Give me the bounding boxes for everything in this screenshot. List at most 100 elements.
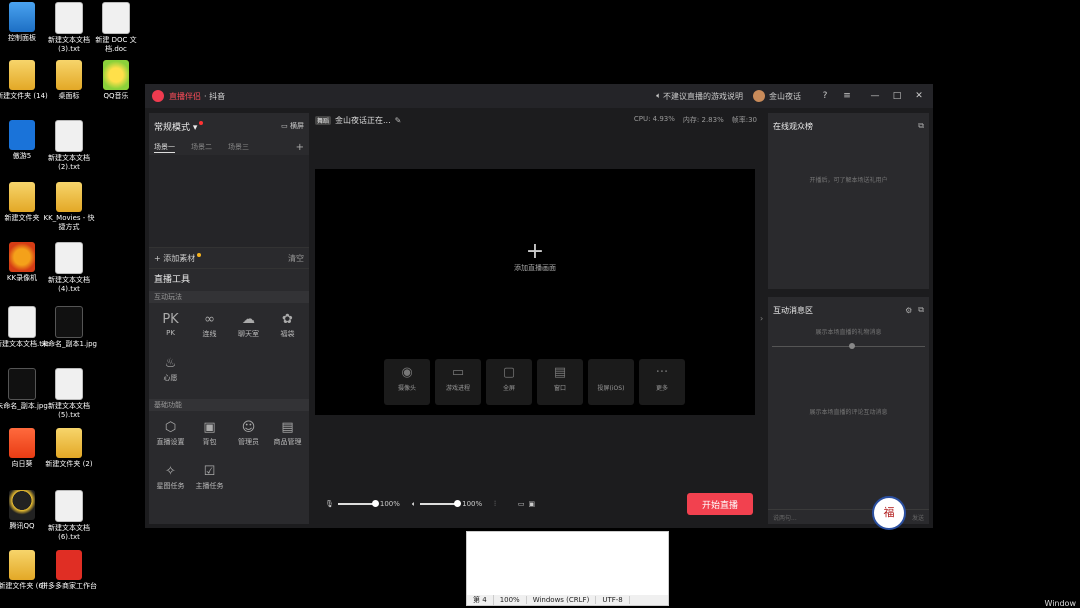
desktop-icon[interactable]: 新建文本文档 (4).txt <box>40 242 98 294</box>
close-button[interactable]: ✕ <box>913 91 925 101</box>
scene-source-list <box>149 155 309 247</box>
send-button[interactable]: 发送 <box>912 513 924 522</box>
interactive-tools: PK PK ∞ 连线 ☁ 聊天室 ✿ 福袋 ♨ 心愿 <box>149 303 309 399</box>
screen-orientation-button[interactable]: ▭ 横屏 <box>281 121 304 131</box>
tool-icon: PK <box>162 312 179 327</box>
tool-label: 商品管理 <box>273 438 302 446</box>
desktop-icon[interactable]: 拼多多商家工作台 <box>40 550 98 591</box>
tool-interactive-0[interactable]: PK PK <box>151 307 190 351</box>
tab-scene-3[interactable]: 场景三 <box>228 142 249 152</box>
platform-name: · 抖音 <box>204 91 226 101</box>
tool-icon: ∞ <box>204 312 215 327</box>
tool-basic-4[interactable]: ✧ 星图任务 <box>151 459 190 503</box>
desktop-icon[interactable]: KK_Movies - 快捷方式 <box>40 182 98 232</box>
username[interactable]: 金山夜话 <box>769 91 801 102</box>
tool-basic-2[interactable]: ☺ 管理员 <box>229 415 268 459</box>
source-button-4[interactable]: 投屏(iOS) <box>588 359 634 405</box>
folder-icon <box>56 428 82 458</box>
folder-icon <box>9 550 35 580</box>
microphone-icon[interactable]: 🎙︎ <box>325 500 334 508</box>
taskbar-label: Window <box>1044 599 1076 608</box>
user-avatar[interactable] <box>753 90 765 102</box>
tool-basic-1[interactable]: ▣ 背包 <box>190 415 229 459</box>
speaker-volume-slider[interactable] <box>420 500 462 507</box>
desktop-icon-label: 新建文本文档 (6).txt <box>48 524 90 541</box>
notepad-window[interactable]: 第 4 100% Windows (CRLF) UTF-8 <box>466 531 669 606</box>
tool-label: 背包 <box>202 438 217 446</box>
record-icon[interactable]: ▣ <box>529 500 536 508</box>
desktop-icon[interactable]: 未命名_副本1.jpg <box>40 306 98 349</box>
desktop-icon[interactable]: QQ音乐 <box>87 60 145 101</box>
live-tools-title: 直播工具 <box>149 268 309 291</box>
tool-interactive-4[interactable]: ♨ 心愿 <box>151 351 190 395</box>
tool-icon: ✧ <box>165 464 176 479</box>
collapse-handle-icon[interactable]: › <box>760 314 763 323</box>
minimize-button[interactable]: — <box>869 91 881 101</box>
audience-note: 开播后，可了解本场送礼用户 <box>809 177 888 184</box>
desktop-icon-label: 新建 DOC 文档.doc <box>95 36 137 53</box>
tool-basic-3[interactable]: ▤ 商品管理 <box>268 415 307 459</box>
mic-volume-slider[interactable] <box>337 500 379 507</box>
game-notice-link[interactable]: 不建议直播的游戏说明 <box>663 91 743 102</box>
mixer-icon[interactable]: ⫶ <box>494 500 496 509</box>
tool-interactive-1[interactable]: ∞ 连线 <box>190 307 229 351</box>
desktop-icon[interactable]: 新建 DOC 文档.doc <box>87 2 145 54</box>
chat-placeholder: 说两句... <box>773 514 797 522</box>
fps-stat: 帧率:30 <box>731 116 757 124</box>
doc-icon <box>55 2 83 34</box>
source-button-2[interactable]: ▢ 全屏 <box>486 359 532 405</box>
desktop-icon[interactable]: 新建文本文档 (2).txt <box>40 120 98 172</box>
clear-button[interactable]: 清空 <box>288 253 304 264</box>
source-button-5[interactable]: ··· 更多 <box>639 359 685 405</box>
mode-selector[interactable]: 常规模式 ▾ <box>154 120 197 133</box>
folder-icon <box>56 60 82 90</box>
source-button-1[interactable]: ▭ 游戏进程 <box>435 359 481 405</box>
title-bar[interactable]: 直播伴侣 · 抖音 🔈︎ 不建议直播的游戏说明 金山夜话 ? ≡ — □ ✕ <box>145 84 933 108</box>
desktop-icon[interactable]: 新建文本文档 (6).txt <box>40 490 98 542</box>
settings-icon[interactable]: ⚙ <box>905 306 912 315</box>
kk-icon <box>9 242 35 272</box>
add-source-button[interactable]: + 添加素材 <box>154 253 195 264</box>
basic-tools: ⬡ 直播设置 ▣ 背包 ☺ 管理员 ▤ 商品管理 ✧ 星图任务 ☑ 主播任务 <box>149 411 309 507</box>
line-indicator: 第 4 <box>467 595 494 605</box>
interactive-group-title: 互动玩法 <box>149 291 309 303</box>
tool-interactive-2[interactable]: ☁ 聊天室 <box>229 307 268 351</box>
tool-label: 福袋 <box>280 330 295 338</box>
tool-label: 聊天室 <box>238 330 259 338</box>
add-live-screen-button[interactable]: + 添加直播画面 <box>315 241 755 273</box>
add-scene-button[interactable]: + <box>296 142 304 153</box>
doc-icon <box>102 2 130 34</box>
gift-note: 展示本场直播的礼物消息 <box>815 329 882 336</box>
source-button-3[interactable]: ▤ 窗口 <box>537 359 583 405</box>
speaker-volume-value: 100% <box>462 500 483 508</box>
source-label: 投屏(iOS) <box>597 385 625 392</box>
doc-icon <box>55 242 83 274</box>
maximize-button[interactable]: □ <box>891 91 903 101</box>
tab-scene-1[interactable]: 场景一 <box>154 142 175 153</box>
desktop-icon[interactable]: 新建文本文档 (5).txt <box>40 368 98 420</box>
tab-scene-2[interactable]: 场景二 <box>191 142 212 152</box>
start-live-button[interactable]: 开始直播 <box>687 493 753 515</box>
help-icon[interactable]: ? <box>819 91 831 101</box>
add-live-label: 添加直播画面 <box>514 264 556 272</box>
desktop-icon[interactable]: 新建文件夹 (2) <box>40 428 98 469</box>
camera-switch-icon[interactable]: ▭ <box>518 500 525 508</box>
seal-badge-icon: 福 <box>872 496 906 530</box>
tool-interactive-3[interactable]: ✿ 福袋 <box>268 307 307 351</box>
source-button-0[interactable]: ◉ 摄像头 <box>384 359 430 405</box>
desktop-icon-label: 拼多多商家工作台 <box>41 582 97 590</box>
tool-basic-0[interactable]: ⬡ 直播设置 <box>151 415 190 459</box>
panel-splitter[interactable] <box>772 343 925 349</box>
popout-icon[interactable]: ⧉ <box>918 121 924 131</box>
source-label: 摄像头 <box>397 385 416 392</box>
live-preview[interactable]: + 添加直播画面 ◉ 摄像头 ▭ 游戏进程 ▢ 全屏 ▤ 窗口 投屏(iOS) ··· 更多 <box>315 169 755 415</box>
speaker-icon[interactable]: 🔈︎ <box>412 500 416 509</box>
tool-label: 星图任务 <box>156 482 185 490</box>
tool-label: 管理员 <box>238 438 259 446</box>
menu-icon[interactable]: ≡ <box>841 91 853 101</box>
source-icon: ◉ <box>401 365 413 380</box>
popout-icon[interactable]: ⧉ <box>918 305 924 315</box>
tool-basic-5[interactable]: ☑ 主播任务 <box>190 459 229 503</box>
speaker-notice-icon: 🔈︎ <box>656 91 661 100</box>
edit-title-icon[interactable]: ✎ <box>395 116 402 125</box>
